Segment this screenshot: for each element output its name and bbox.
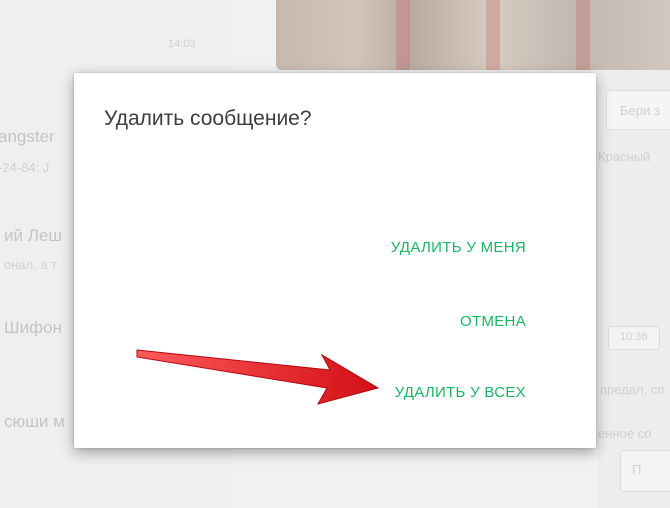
chat-item-name[interactable]: angster (0, 127, 55, 147)
right-preview-text: Красный (598, 149, 651, 164)
chat-item-preview: -24-84: J (0, 160, 50, 175)
delete-for-all-button[interactable]: УДАЛИТЬ У ВСЕХ (395, 384, 526, 401)
right-panel-button[interactable] (620, 450, 670, 492)
chat-item-preview: онал, а т (4, 257, 58, 272)
right-timestamp: 10:36 (620, 331, 648, 343)
chat-item-name[interactable]: ий Леш (4, 226, 62, 246)
right-button-label: П (632, 462, 642, 477)
right-preview-text: предал, сп (600, 382, 665, 397)
chat-item-name[interactable]: Шифон (4, 318, 62, 338)
delete-for-me-button[interactable]: УДАЛИТЬ У МЕНЯ (391, 239, 526, 256)
dialog-title: Удалить сообщение? (104, 107, 312, 130)
chat-item-name[interactable]: сюши м (4, 412, 65, 432)
delete-message-dialog: Удалить сообщение? УДАЛИТЬ У МЕНЯ ОТМЕНА… (74, 73, 596, 448)
message-timestamp: 14:03 (168, 38, 196, 50)
cancel-button[interactable]: ОТМЕНА (460, 313, 526, 330)
media-thumbnail (276, 0, 670, 70)
search-input-hint: Бери з (620, 103, 660, 118)
right-preview-text: енное со (598, 426, 652, 441)
